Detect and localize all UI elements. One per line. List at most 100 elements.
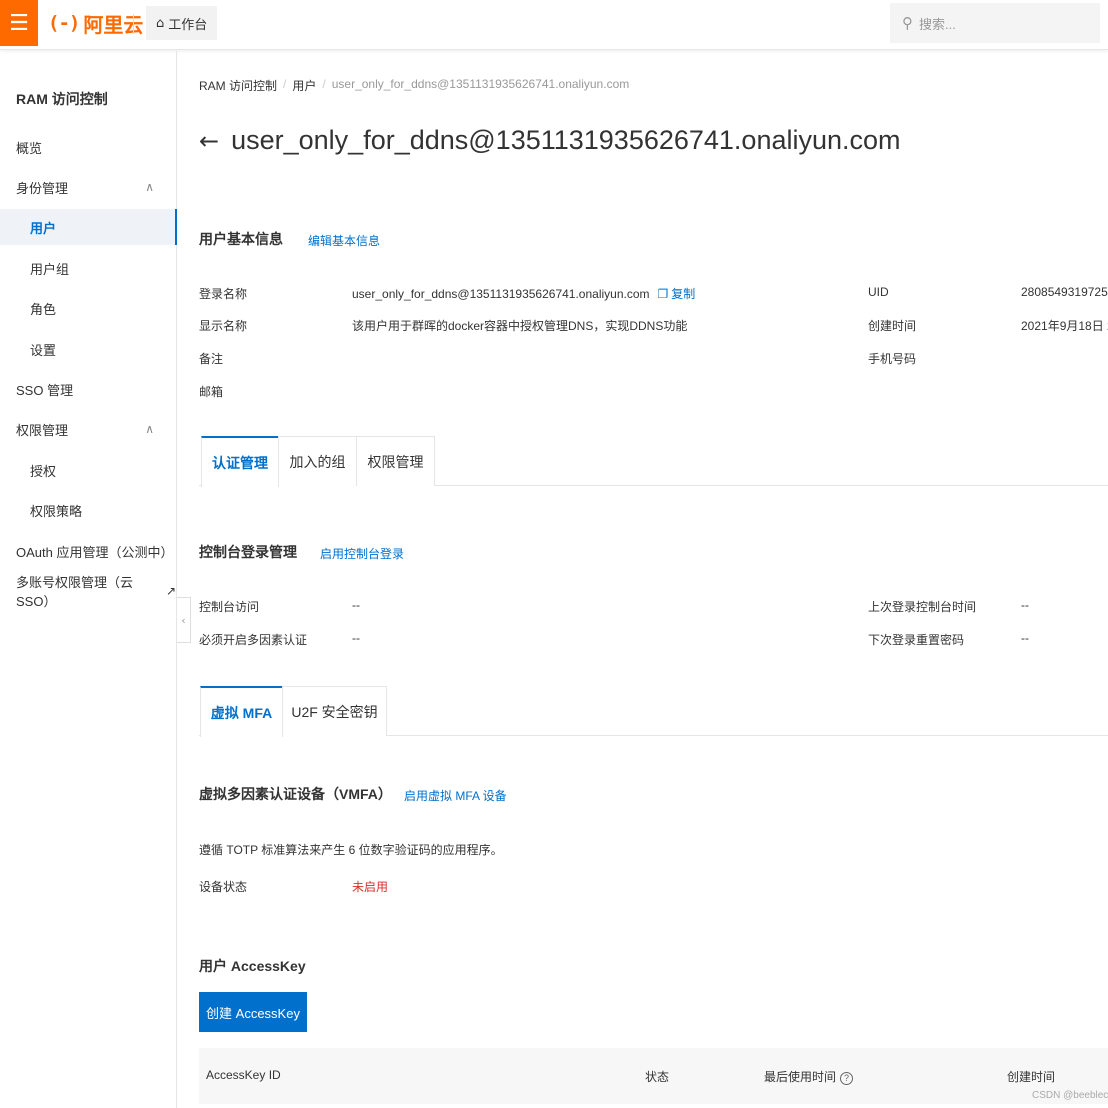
copy-icon[interactable]: ❐: [658, 287, 669, 301]
page-title-text: user_only_for_ddns@1351131935626741.onal…: [231, 125, 901, 155]
remark-label: 备注: [199, 352, 224, 366]
column-header-created: 创建时间: [1007, 1070, 1056, 1084]
created-time-label: 创建时间: [868, 319, 917, 333]
workbench-label: 工作台: [168, 16, 208, 32]
menu-icon[interactable]: ☰: [0, 0, 38, 46]
workbench-button[interactable]: ⌂ 工作台: [146, 6, 218, 40]
main-content: RAM 访问控制 / 用户 / user_only_for_ddns@13511…: [199, 51, 1108, 1108]
divider: [133, 14, 134, 34]
device-status-value: 未启用: [352, 880, 389, 894]
main-tabs: 认证管理 加入的组 权限管理: [199, 436, 1108, 487]
logo-text: 阿里云: [83, 14, 144, 37]
device-status-label: 设备状态: [199, 880, 248, 894]
vmfa-description: 遵循 TOTP 标准算法来产生 6 位数字验证码的应用程序。: [199, 843, 503, 857]
display-name-value: 该用户用于群晖的docker容器中授权管理DNS，实现DDNS功能: [352, 319, 688, 333]
uid-value: 28085493197254: [1021, 285, 1108, 299]
sidebar-item-label: OAuth 应用管理（公测中）: [16, 544, 174, 560]
home-icon: ⌂: [156, 15, 165, 31]
copy-link[interactable]: 复制: [671, 287, 695, 301]
mfa-required-value: --: [352, 631, 360, 645]
login-name-label: 登录名称: [199, 287, 248, 301]
sidebar-item-permissions[interactable]: 权限管理 ∧: [0, 411, 176, 447]
column-header-accesskey-id: AccessKey ID: [206, 1068, 281, 1082]
sidebar-item-label: 概览: [16, 140, 43, 156]
logo-mark: (-): [48, 12, 80, 34]
tab-label: 虚拟 MFA: [210, 704, 273, 721]
column-header-status: 状态: [645, 1070, 670, 1084]
sidebar-item-label: 权限管理: [16, 422, 69, 438]
tab-virtual-mfa[interactable]: 虚拟 MFA: [200, 686, 283, 737]
display-name-label: 显示名称: [199, 319, 248, 333]
sidebar-item-label: 设置: [30, 342, 57, 358]
help-icon[interactable]: ?: [840, 1072, 854, 1085]
reset-password-value: --: [1021, 631, 1029, 645]
mfa-tabs: 虚拟 MFA U2F 安全密钥: [199, 686, 1108, 737]
sidebar-item-label: 授权: [30, 463, 57, 479]
sidebar-item-user-groups[interactable]: 用户组: [0, 250, 176, 286]
last-login-label: 上次登录控制台时间: [868, 600, 977, 614]
breadcrumb-separator: /: [322, 77, 326, 91]
sidebar-item-label: 用户组: [30, 261, 70, 277]
accesskey-heading: 用户 AccessKey: [199, 958, 306, 974]
watermark: CSDN @beeblecn: [1032, 1090, 1108, 1101]
sidebar-item-label: 角色: [30, 301, 57, 317]
top-bar: ☰ (-) 阿里云 ⌂ 工作台 ⚲ 搜索...: [0, 0, 1108, 50]
breadcrumb-item-current: user_only_for_ddns@1351131935626741.onal…: [331, 77, 630, 91]
breadcrumb-separator: /: [283, 77, 287, 91]
create-accesskey-button[interactable]: 创建 AccessKey: [199, 992, 307, 1032]
last-login-value: --: [1021, 598, 1029, 612]
vmfa-heading: 虚拟多因素认证设备（VMFA）: [199, 786, 392, 802]
sidebar-item-identity[interactable]: 身份管理 ∧: [0, 169, 176, 205]
column-header-last-used: 最后使用时间?: [764, 1068, 854, 1085]
sidebar-item-users[interactable]: 用户: [0, 209, 177, 245]
sidebar-item-cloud-sso[interactable]: 多账号权限管理（云 SSO） ↗: [0, 573, 176, 609]
sidebar-item-overview[interactable]: 概览: [0, 129, 176, 165]
login-name-text: user_only_for_ddns@1351131935626741.onal…: [352, 287, 650, 301]
edit-basic-info-link[interactable]: 编辑基本信息: [308, 232, 380, 249]
column-header-last-used-text: 最后使用时间: [764, 1070, 837, 1084]
console-access-value: --: [352, 598, 360, 612]
reset-password-label: 下次登录重置密码: [868, 633, 965, 647]
breadcrumb-item-users[interactable]: 用户: [292, 77, 316, 94]
sidebar-item-settings[interactable]: 设置: [0, 331, 176, 367]
external-link-icon: ↗: [165, 584, 176, 598]
breadcrumb: RAM 访问控制 / 用户 / user_only_for_ddns@13511…: [199, 77, 629, 94]
sidebar-item-label: 多账号权限管理（云 SSO）: [16, 575, 134, 609]
sidebar-item-sso[interactable]: SSO 管理: [0, 371, 176, 407]
tab-permission-management[interactable]: 权限管理: [356, 436, 435, 486]
sidebar-item-policies[interactable]: 权限策略: [0, 492, 176, 528]
tab-joined-groups[interactable]: 加入的组: [278, 436, 357, 486]
tab-label: 认证管理: [212, 454, 268, 471]
enable-console-login-link[interactable]: 启用控制台登录: [320, 545, 404, 562]
chevron-up-icon: ∧: [145, 180, 154, 194]
tab-label: 权限管理: [367, 453, 424, 470]
sidebar: RAM 访问控制 概览 身份管理 ∧ 用户 用户组 角色 设置 SSO 管理 权限…: [0, 51, 177, 1108]
created-time-value: 2021年9月18日 21: [1021, 319, 1108, 333]
uid-label: UID: [868, 285, 889, 299]
search-input[interactable]: ⚲ 搜索...: [890, 3, 1100, 43]
sidebar-item-label: 用户: [30, 220, 57, 236]
tab-u2f-key[interactable]: U2F 安全密钥: [282, 686, 387, 736]
basic-info-heading: 用户基本信息: [199, 231, 283, 247]
sidebar-item-roles[interactable]: 角色: [0, 290, 176, 326]
sidebar-item-grants[interactable]: 授权: [0, 452, 176, 488]
enable-vmfa-link[interactable]: 启用虚拟 MFA 设备: [404, 787, 507, 804]
sidebar-item-oauth[interactable]: OAuth 应用管理（公测中）: [0, 533, 176, 569]
tab-label: U2F 安全密钥: [291, 703, 378, 720]
tab-auth-management[interactable]: 认证管理: [201, 436, 279, 487]
console-access-label: 控制台访问: [199, 600, 260, 614]
sidebar-title: RAM 访问控制: [16, 91, 108, 107]
tab-label: 加入的组: [289, 453, 346, 470]
accesskey-table-header: AccessKey ID 状态 最后使用时间? 创建时间: [199, 1048, 1108, 1104]
email-label: 邮箱: [199, 385, 224, 399]
phone-label: 手机号码: [868, 352, 917, 366]
mfa-required-label: 必须开启多因素认证: [199, 633, 308, 647]
back-arrow-icon[interactable]: ←: [199, 127, 219, 155]
chevron-up-icon: ∧: [145, 422, 154, 436]
aliyun-logo[interactable]: (-) 阿里云: [48, 10, 144, 37]
breadcrumb-item-ram[interactable]: RAM 访问控制: [199, 77, 277, 94]
sidebar-item-label: 权限策略: [30, 503, 83, 519]
search-icon: ⚲: [902, 14, 913, 32]
sidebar-item-label: SSO 管理: [16, 382, 74, 398]
sidebar-collapse-button[interactable]: ‹: [177, 597, 191, 643]
